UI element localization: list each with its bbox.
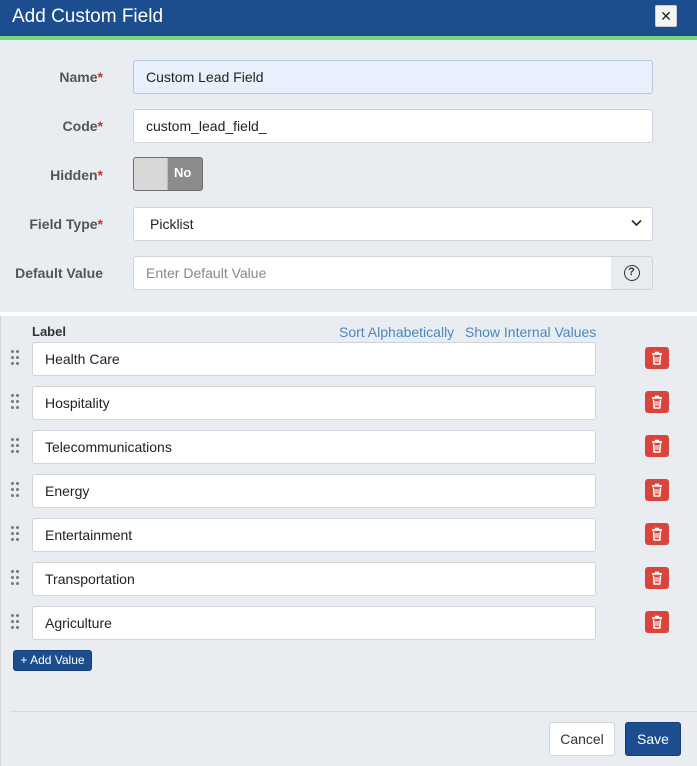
hidden-toggle[interactable]: No: [133, 157, 203, 191]
picklist-value-row: Agriculture: [1, 606, 697, 640]
toggle-state-text: No: [174, 165, 192, 180]
chevron-down-icon: [631, 208, 642, 240]
picklist-value-input[interactable]: Agriculture: [32, 606, 596, 640]
field-type-label: Field Type*: [29, 216, 103, 232]
picklist-value-row: Energy: [1, 474, 697, 508]
picklist-values-panel: Label Sort Alphabetically Show Internal …: [0, 316, 697, 766]
drag-handle-icon[interactable]: [11, 438, 23, 456]
dialog-header: Add Custom Field ✕: [0, 0, 697, 36]
dialog-footer: Cancel Save: [10, 711, 697, 766]
close-icon: ✕: [660, 8, 672, 24]
drag-handle-icon[interactable]: [11, 350, 23, 368]
trash-icon: [652, 483, 662, 497]
required-marker: *: [97, 69, 103, 85]
drag-handle-icon[interactable]: [11, 614, 23, 632]
picklist-value-input[interactable]: Entertainment: [32, 518, 596, 552]
add-value-button[interactable]: + Add Value: [13, 650, 92, 671]
code-input[interactable]: custom_lead_field_: [133, 109, 653, 143]
save-button[interactable]: Save: [625, 722, 681, 756]
picklist-value-input[interactable]: Energy: [32, 474, 596, 508]
required-marker: *: [97, 167, 103, 183]
drag-handle-icon[interactable]: [11, 570, 23, 588]
picklist-value-input[interactable]: Hospitality: [32, 386, 596, 420]
picklist-value-row: Transportation: [1, 562, 697, 596]
delete-value-button[interactable]: [645, 391, 669, 413]
trash-icon: [652, 395, 662, 409]
delete-value-button[interactable]: [645, 523, 669, 545]
dialog-title: Add Custom Field: [12, 6, 164, 27]
code-label: Code*: [62, 118, 103, 134]
name-input[interactable]: Custom Lead Field: [133, 60, 653, 94]
hidden-label: Hidden*: [50, 167, 103, 183]
drag-handle-icon[interactable]: [11, 394, 23, 412]
sort-alphabetically-link[interactable]: Sort Alphabetically: [339, 324, 454, 340]
label-column-header: Label: [32, 324, 66, 339]
trash-icon: [652, 351, 662, 365]
drag-handle-icon[interactable]: [11, 482, 23, 500]
default-value-input[interactable]: Enter Default Value: [133, 256, 612, 290]
drag-handle-icon[interactable]: [11, 526, 23, 544]
close-button[interactable]: ✕: [655, 5, 677, 27]
delete-value-button[interactable]: [645, 567, 669, 589]
name-label: Name*: [59, 69, 103, 85]
trash-icon: [652, 615, 662, 629]
trash-icon: [652, 571, 662, 585]
picklist-value-input[interactable]: Telecommunications: [32, 430, 596, 464]
question-circle-icon: ?: [623, 265, 640, 281]
picklist-value-row: Health Care: [1, 342, 697, 376]
delete-value-button[interactable]: [645, 479, 669, 501]
default-value-help-button[interactable]: ?: [611, 256, 653, 290]
show-internal-values-link[interactable]: Show Internal Values: [465, 324, 596, 340]
default-value-label: Default Value: [15, 265, 103, 281]
picklist-value-row: Entertainment: [1, 518, 697, 552]
picklist-value-input[interactable]: Transportation: [32, 562, 596, 596]
picklist-value-row: Hospitality: [1, 386, 697, 420]
field-type-select[interactable]: Picklist: [133, 207, 653, 241]
delete-value-button[interactable]: [645, 611, 669, 633]
required-marker: *: [97, 216, 103, 232]
picklist-value-input[interactable]: Health Care: [32, 342, 596, 376]
field-type-selected-value: Picklist: [150, 216, 194, 232]
delete-value-button[interactable]: [645, 435, 669, 457]
delete-value-button[interactable]: [645, 347, 669, 369]
picklist-value-row: Telecommunications: [1, 430, 697, 464]
trash-icon: [652, 439, 662, 453]
trash-icon: [652, 527, 662, 541]
field-settings-form: Name* Custom Lead Field Code* custom_lea…: [0, 40, 697, 312]
required-marker: *: [97, 118, 103, 134]
cancel-button[interactable]: Cancel: [549, 722, 615, 756]
toggle-knob: [134, 158, 168, 190]
